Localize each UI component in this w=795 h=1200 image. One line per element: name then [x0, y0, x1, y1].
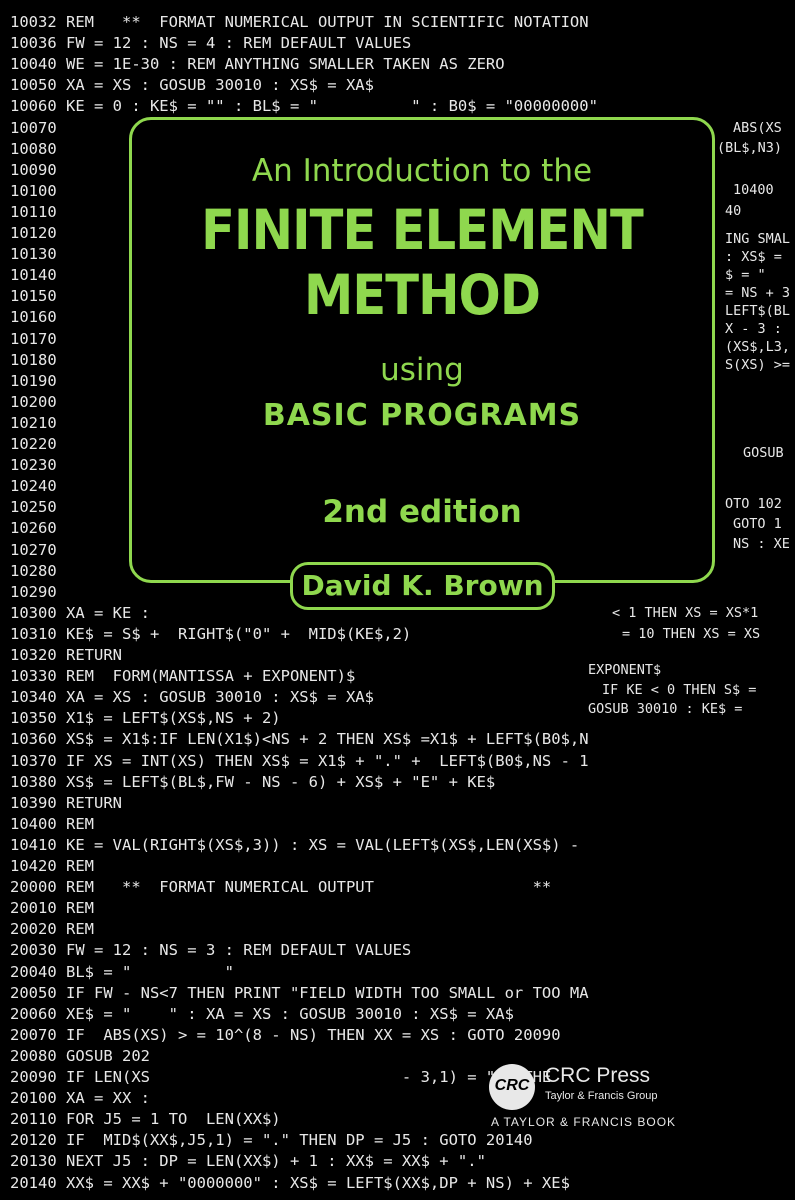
code-line: 10230	[10, 456, 57, 475]
code-line: 10110	[10, 202, 57, 221]
code-line: 10130	[10, 245, 57, 264]
code-line: 10160	[10, 308, 57, 327]
code-fragment: $ = "	[725, 267, 766, 283]
code-line: 10310 KE$ = S$ + RIGHT$("0" + MID$(KE$,2…	[10, 624, 412, 643]
code-line: 10180	[10, 350, 57, 369]
code-line: 10390 RETURN	[10, 793, 122, 812]
code-line: 10340 XA = XS : GOSUB 30010 : XS$ = XA$	[10, 688, 374, 707]
code-line: 10380 XS$ = LEFT$(BL$,FW - NS - 6) + XS$…	[10, 772, 496, 791]
publisher-name: CRC Press	[545, 1064, 651, 1087]
code-line: 20000 REM ** FORMAT NUMERICAL OUTPUT **	[10, 878, 552, 897]
code-fragment: : XS$ =	[725, 249, 782, 265]
publisher-logo: CRC CRC Press Taylor & Francis Group A T…	[487, 1058, 787, 1138]
code-line: 20070 IF ABS(XS) > = 10^(8 - NS) THEN XX…	[10, 1025, 561, 1044]
code-fragment: = NS + 3	[725, 285, 791, 301]
code-fragment: S(XS) >=	[725, 357, 791, 373]
code-fragment: NS : XE	[733, 536, 790, 552]
code-fragment: (XS$,L3,	[725, 339, 791, 355]
book-subtitle: BASIC PROGRAMS	[262, 398, 582, 433]
code-line: 10290	[10, 582, 57, 601]
code-line: 10032 REM ** FORMAT NUMERICAL OUTPUT IN …	[10, 13, 589, 31]
book-title-line-1: FINITE ELEMENT	[201, 198, 644, 262]
code-line: 10420 REM	[10, 857, 94, 875]
code-line: 10210	[10, 413, 57, 432]
code-line: 10090	[10, 160, 57, 179]
code-line: 10170	[10, 329, 57, 348]
code-line: 10350 X1$ = LEFT$(XS$,NS + 2)	[10, 709, 281, 728]
title-using: using	[380, 352, 464, 388]
code-line: 10410 KE = VAL(RIGHT$(XS$,3)) : XS = VAL…	[10, 835, 580, 854]
code-fragment: ING SMAL	[725, 231, 791, 247]
code-line: 10040 WE = 1E-30 : REM ANYTHING SMALLER …	[10, 55, 505, 74]
code-line: 10050 XA = XS : GOSUB 30010 : XS$ = XA$	[10, 76, 374, 95]
code-line: 10060 KE = 0 : KE$ = "" : BL$ = " " : B0…	[10, 97, 598, 116]
code-line: 20090 IF LEN(XS - 3,1) = "E" THE	[10, 1068, 552, 1086]
code-fragment: 40	[725, 203, 742, 219]
publisher-group: Taylor & Francis Group	[545, 1090, 658, 1102]
code-line: 10280	[10, 561, 57, 580]
publisher-tagline: A TAYLOR & FRANCIS BOOK	[491, 1115, 677, 1129]
code-line: 10220	[10, 435, 57, 453]
book-title-line-2: METHOD	[303, 263, 541, 327]
code-line: 20110 FOR J5 = 1 TO LEN(XX$)	[10, 1110, 281, 1129]
code-line: 10070	[10, 118, 57, 137]
code-line: 20120 IF MID$(XX$,J5,1) = "." THEN DP = …	[10, 1131, 533, 1150]
code-line: 10080	[10, 139, 57, 158]
code-line: 20080 GOSUB 202	[10, 1046, 150, 1065]
code-fragment: < 1 THEN XS = XS*1	[612, 605, 759, 621]
code-line: 20040 BL$ = " "	[10, 962, 234, 981]
code-fragment: GOTO 1	[733, 516, 782, 532]
code-line: 10120	[10, 224, 57, 242]
code-line: 10250	[10, 498, 57, 517]
code-line: 20140 XX$ = XX$ + "0000000" : XS$ = LEFT…	[10, 1173, 570, 1192]
code-fragment: (BL$,N3)	[717, 140, 783, 156]
code-line: 10150	[10, 287, 57, 306]
code-fragment: GOSUB	[743, 445, 784, 461]
code-line: 10400 REM	[10, 814, 94, 833]
code-fragment: OTO 102	[725, 496, 782, 512]
code-line: 20050 IF FW - NS<7 THEN PRINT "FIELD WID…	[10, 983, 589, 1002]
code-fragment: X - 3 :	[725, 321, 782, 337]
code-line: 10100	[10, 181, 57, 200]
crc-logo-icon: CRC	[489, 1064, 535, 1110]
code-fragment: EXPONENT$	[588, 662, 662, 678]
edition-label: 2nd edition	[322, 494, 522, 530]
code-fragment: LEFT$(BL	[725, 303, 791, 319]
code-fragment: 10400	[733, 182, 774, 198]
code-line: 20010 REM	[10, 899, 94, 918]
code-line: 10036 FW = 12 : NS = 4 : REM DEFAULT VAL…	[10, 34, 412, 53]
code-line: 20020 REM	[10, 920, 94, 939]
code-line: 20030 FW = 12 : NS = 3 : REM DEFAULT VAL…	[10, 941, 412, 960]
code-line: 10200	[10, 392, 57, 411]
code-line: 10260	[10, 519, 57, 538]
code-line: 10240	[10, 477, 57, 496]
author-name: David K. Brown	[290, 562, 555, 610]
code-line: 10330 REM FORM(MANTISSA + EXPONENT)$	[10, 667, 356, 686]
code-fragment: IF KE < 0 THEN S$ =	[602, 682, 757, 698]
code-line: 10140	[10, 266, 57, 285]
code-fragment: = 10 THEN XS = XS	[622, 626, 761, 642]
code-line: 20130 NEXT J5 : DP = LEN(XX$) + 1 : XX$ …	[10, 1152, 486, 1171]
code-line: 20060 XE$ = " " : XA = XS : GOSUB 30010 …	[10, 1004, 514, 1023]
code-fragment: GOSUB 30010 : KE$ =	[588, 701, 743, 717]
code-line: 10190	[10, 371, 57, 390]
code-line: 10300 XA = KE :	[10, 603, 150, 622]
title-intro: An Introduction to the	[251, 153, 593, 189]
code-line: 10270	[10, 540, 57, 559]
code-fragment: ABS(XS	[733, 120, 782, 136]
code-line: 10320 RETURN	[10, 646, 122, 664]
code-line: 10360 XS$ = X1$:IF LEN(X1$)<NS + 2 THEN …	[10, 730, 589, 749]
code-line: 20100 XA = XX :	[10, 1089, 150, 1108]
code-line: 10370 IF XS = INT(XS) THEN XS$ = X1$ + "…	[10, 751, 589, 770]
